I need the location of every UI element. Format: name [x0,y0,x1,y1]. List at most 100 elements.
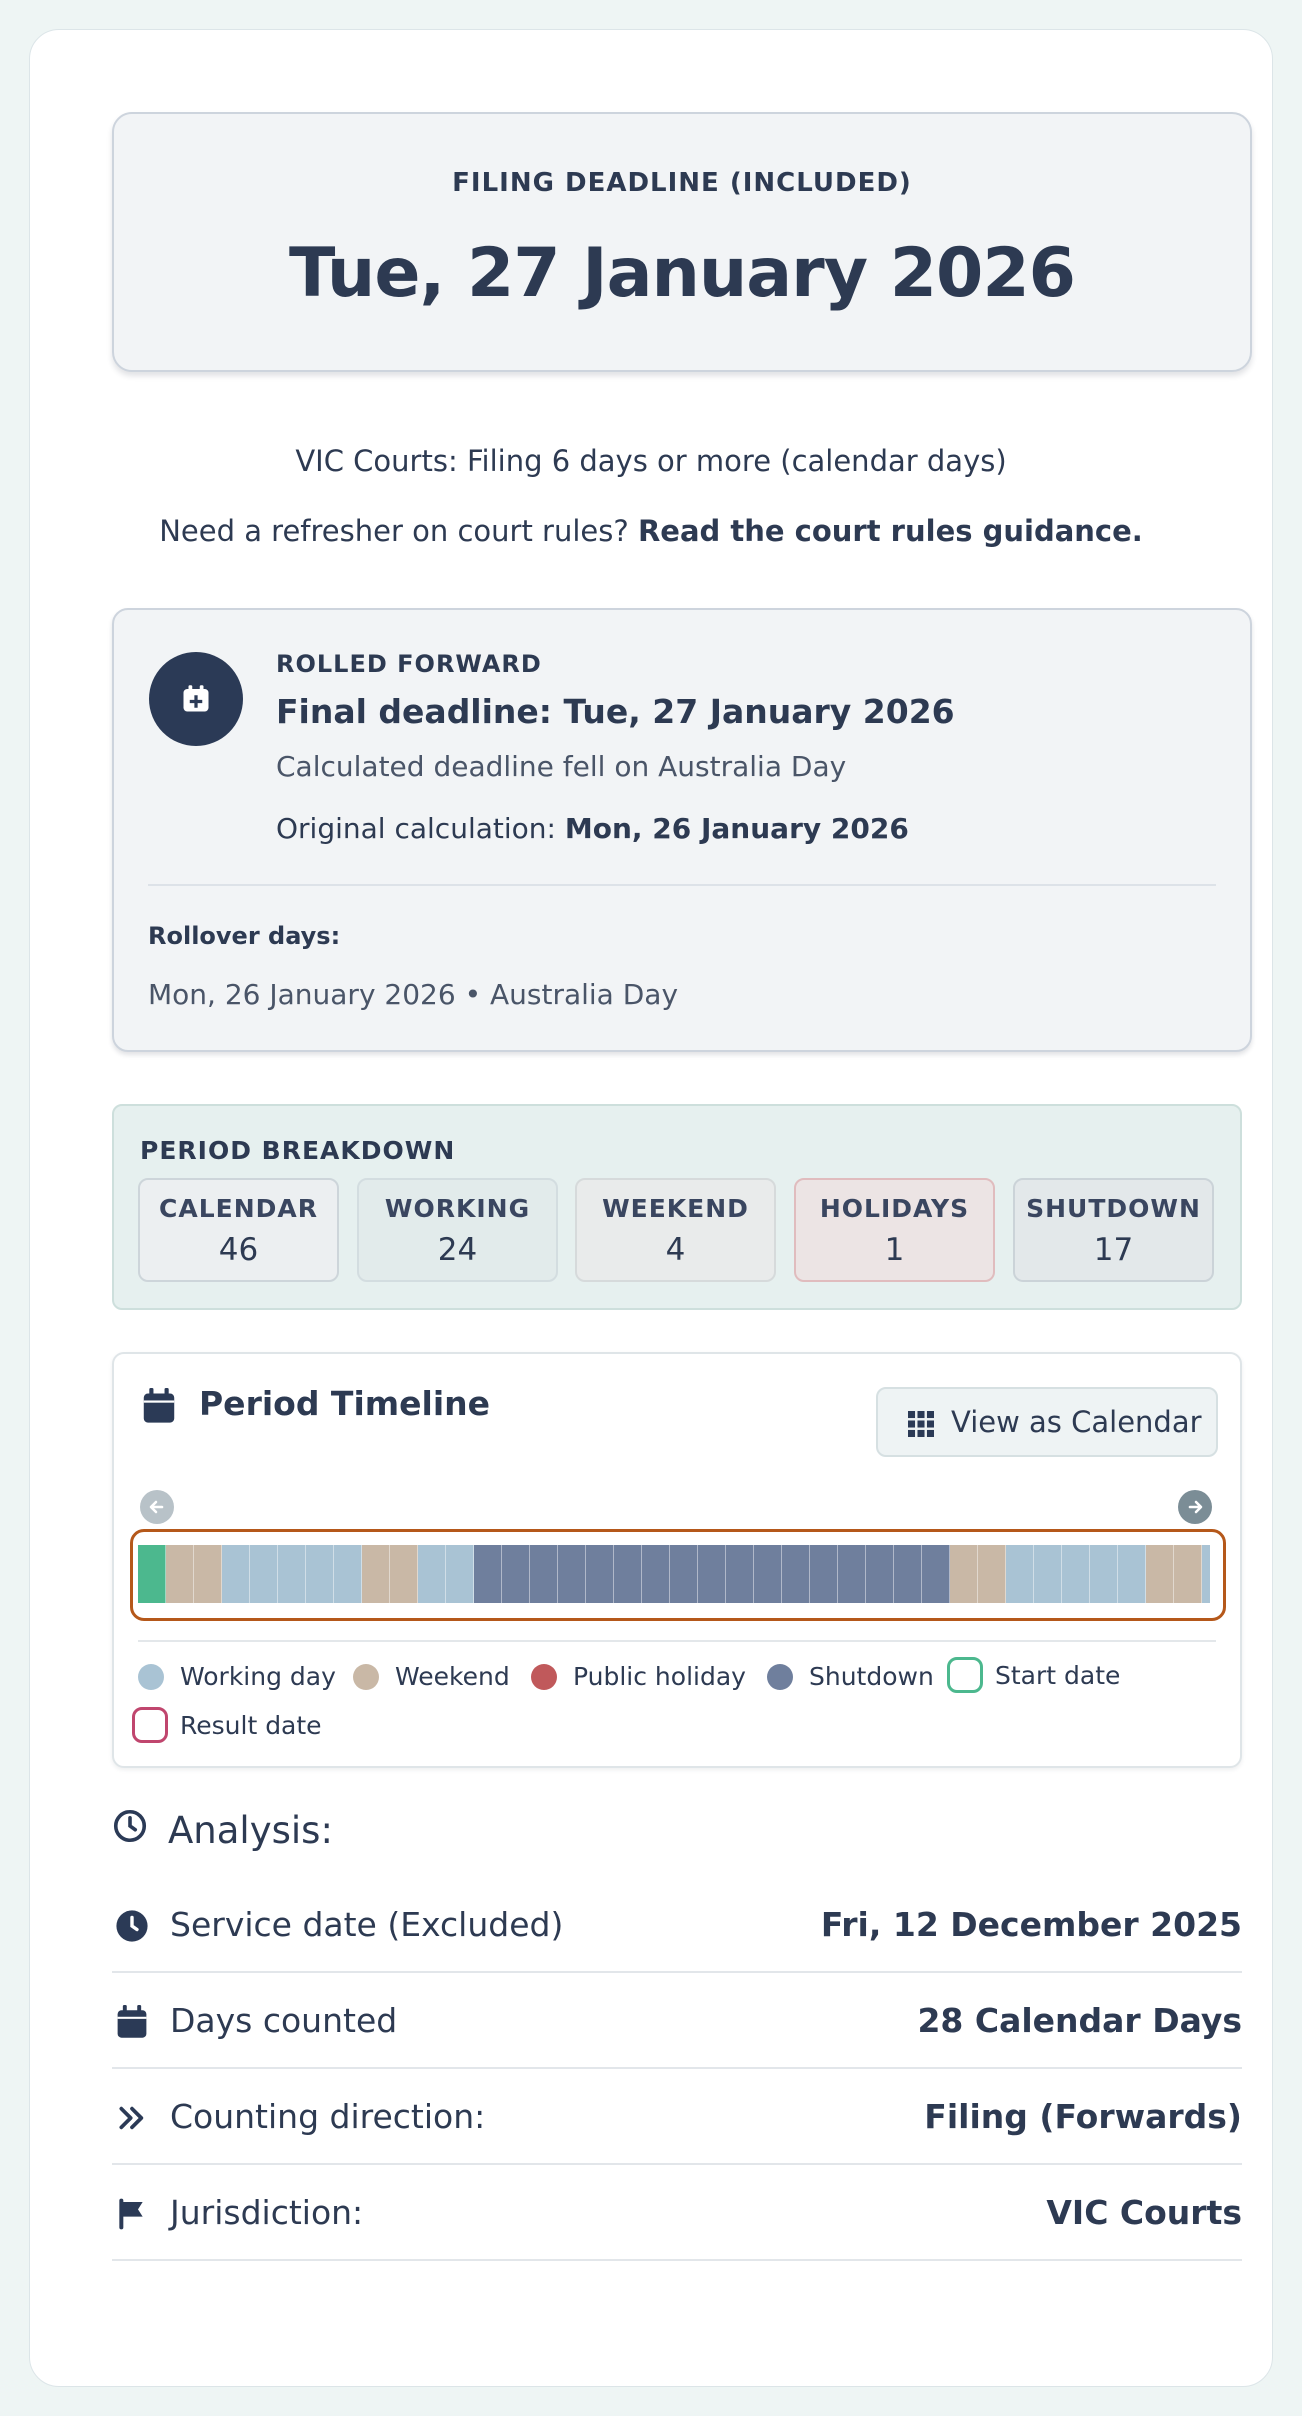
timeline-day-start[interactable] [138,1545,166,1603]
calendar-plus-icon [149,652,243,746]
timeline-day-working[interactable] [306,1545,334,1603]
rollover-day-item: Mon, 26 January 2026 • Australia Day [148,978,679,1011]
timeline-day-weekend[interactable] [390,1545,418,1603]
history-clock-icon [112,1808,148,1853]
analysis-value: Fri, 12 December 2025 [820,1905,1242,1944]
timeline-day-shutdown[interactable] [922,1545,950,1603]
timeline-day-shutdown[interactable] [754,1545,782,1603]
timeline-day-weekend[interactable] [166,1545,194,1603]
timeline-day-shutdown[interactable] [782,1545,810,1603]
deadline-label: FILING DEADLINE (INCLUDED) [452,168,912,198]
stat-value: 4 [665,1232,686,1268]
timeline-day-weekend[interactable] [950,1545,978,1603]
timeline-day-shutdown[interactable] [502,1545,530,1603]
legend-working-day: Working day [138,1662,336,1691]
public-holiday-swatch [531,1663,557,1690]
stat-value: 46 [218,1232,259,1268]
view-as-calendar-button[interactable]: View as Calendar [876,1387,1218,1457]
timeline-day-working[interactable] [1202,1545,1210,1603]
timeline-strip[interactable] [138,1545,1210,1603]
legend-label: Public holiday [573,1662,746,1691]
timeline-day-working[interactable] [222,1545,250,1603]
stat-holidays: HOLIDAYS 1 [794,1178,995,1282]
stat-label: CALENDAR [159,1194,318,1223]
timeline-day-shutdown[interactable] [530,1545,558,1603]
deadline-box: FILING DEADLINE (INCLUDED) Tue, 27 Janua… [112,112,1252,372]
timeline-day-weekend[interactable] [1146,1545,1174,1603]
timeline-day-shutdown[interactable] [670,1545,698,1603]
timeline-day-shutdown[interactable] [614,1545,642,1603]
timeline-day-working[interactable] [334,1545,362,1603]
final-deadline: Final deadline: Tue, 27 January 2026 [276,692,955,731]
timeline-day-shutdown[interactable] [726,1545,754,1603]
timeline-day-weekend[interactable] [362,1545,390,1603]
legend-public-holiday: Public holiday [531,1662,746,1691]
analysis-value: Filing (Forwards) [924,2097,1242,2136]
timeline-day-working[interactable] [1034,1545,1062,1603]
divider [148,884,1216,886]
legend-label: Working day [180,1662,336,1691]
analysis-heading: Analysis: [112,1808,333,1853]
timeline-day-shutdown[interactable] [558,1545,586,1603]
analysis-row-days-counted: Days counted 28 Calendar Days [112,1973,1242,2069]
arrow-left-icon[interactable] [140,1490,174,1524]
original-calculation-value: Mon, 26 January 2026 [564,812,909,845]
analysis-label: Days counted [170,2001,398,2040]
analysis-row-service-date: Service date (Excluded) Fri, 12 December… [112,1877,1242,1973]
timeline-day-shutdown[interactable] [698,1545,726,1603]
legend-shutdown: Shutdown [767,1662,934,1691]
timeline-day-shutdown[interactable] [838,1545,866,1603]
calendar-icon [114,2004,150,2040]
stat-value: 17 [1093,1232,1134,1268]
breakdown-title: PERIOD BREAKDOWN [140,1136,456,1165]
legend-weekend: Weekend [353,1662,510,1691]
timeline-day-shutdown[interactable] [894,1545,922,1603]
period-breakdown: PERIOD BREAKDOWN CALENDAR 46 WORKING 24 … [112,1104,1242,1310]
analysis-label: Jurisdiction: [170,2193,364,2232]
timeline-day-working[interactable] [1118,1545,1146,1603]
grid-icon [908,1411,934,1441]
timeline-day-working[interactable] [446,1545,474,1603]
arrow-right-icon[interactable] [1178,1490,1212,1524]
original-calculation-label: Original calculation: [276,812,556,845]
rule-description: VIC Courts: Filing 6 days or more (calen… [295,444,1007,478]
legend-label: Weekend [395,1662,510,1691]
timeline-day-working[interactable] [1062,1545,1090,1603]
divider [138,1640,1216,1642]
analysis-row-direction: Counting direction: Filing (Forwards) [112,2069,1242,2165]
timeline-day-working[interactable] [418,1545,446,1603]
calendar-icon [142,1388,176,1428]
timeline-day-shutdown[interactable] [866,1545,894,1603]
stat-label: HOLIDAYS [819,1194,970,1223]
timeline-day-working[interactable] [1006,1545,1034,1603]
rollover-days-label: Rollover days: [148,922,341,950]
analysis-row-jurisdiction: Jurisdiction: VIC Courts [112,2165,1242,2261]
timeline-day-shutdown[interactable] [810,1545,838,1603]
timeline-day-shutdown[interactable] [474,1545,502,1603]
stat-label: WEEKEND [602,1194,749,1223]
timeline-day-shutdown[interactable] [642,1545,670,1603]
original-calculation: Original calculation: Mon, 26 January 20… [276,812,909,845]
timeline-day-shutdown[interactable] [586,1545,614,1603]
result-date-swatch [132,1707,168,1743]
timeline-day-working[interactable] [250,1545,278,1603]
analysis-label: Service date (Excluded) [170,1905,564,1944]
timeline-day-weekend[interactable] [1174,1545,1202,1603]
timeline-day-weekend[interactable] [978,1545,1006,1603]
timeline-day-working[interactable] [278,1545,306,1603]
legend-start-date: Start date [947,1657,1120,1693]
legend-result-date: Result date [132,1707,322,1743]
start-date-swatch [947,1657,983,1693]
court-rules-link[interactable]: Read the court rules guidance. [638,514,1143,548]
rollover-reason: Calculated deadline fell on Australia Da… [276,750,847,783]
refresher-line: Need a refresher on court rules? Read th… [30,514,1272,548]
timeline-title: Period Timeline [199,1384,491,1423]
timeline-day-working[interactable] [1090,1545,1118,1603]
timeline-day-weekend[interactable] [194,1545,222,1603]
stat-shutdown: SHUTDOWN 17 [1013,1178,1214,1282]
refresher-text: Need a refresher on court rules? [159,514,629,548]
stat-calendar: CALENDAR 46 [138,1178,339,1282]
weekend-swatch [353,1663,379,1690]
working-day-swatch [138,1663,164,1690]
stat-label: SHUTDOWN [1026,1194,1201,1223]
